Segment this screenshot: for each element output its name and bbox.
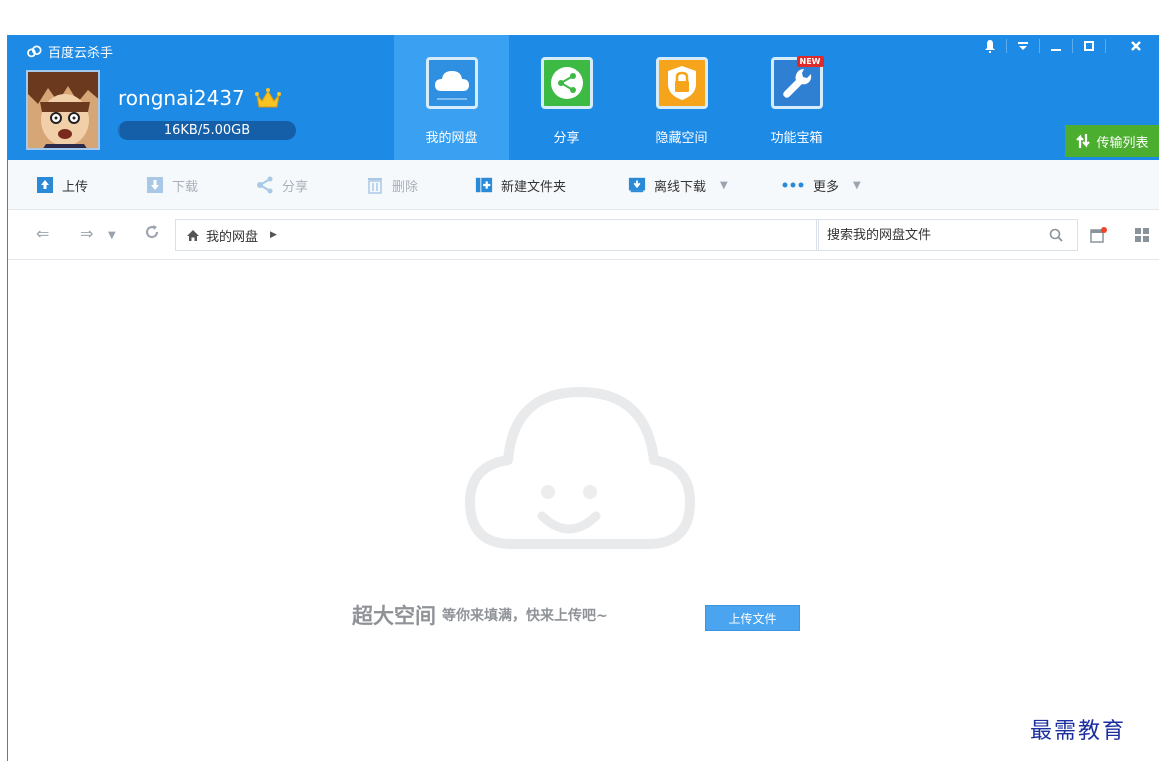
address-bar: ⇐ ⇒ ▼ 我的网盘 ▶ [8,210,1159,260]
header: 百度云杀手 rongnai2437 16KB/5.00GB 我的网盘 分享 隐藏… [8,35,1159,160]
vip-crown-icon[interactable] [254,87,281,109]
refresh-icon[interactable] [144,224,160,244]
search-icon[interactable] [1049,228,1063,242]
offline-download-icon [628,176,646,194]
search-input[interactable] [827,227,1027,243]
transfer-list-label: 传输列表 [1096,135,1149,151]
username[interactable]: rongnai2437 [118,86,245,110]
search-box [816,219,1078,251]
breadcrumb-arrow-icon[interactable]: ▶ [270,230,277,240]
path-breadcrumb[interactable]: 我的网盘 ▶ [175,219,819,251]
upload-icon [36,176,54,194]
new-folder-icon [475,176,493,194]
chevron-down-icon: ▼ [720,179,728,191]
empty-subtitle: 等你来填满，快来上传吧~ [442,608,608,624]
lock-icon [655,57,708,109]
share-button[interactable]: 分享 [256,160,308,210]
share-label: 分享 [282,179,309,195]
empty-state-message: 超大空间 等你来填满，快来上传吧~ [352,600,608,630]
transfer-list-button[interactable]: 传输列表 [1065,125,1159,157]
watermark: 最需教育 [1030,719,1127,744]
new-badge: NEW [796,56,824,67]
tab-share[interactable]: 分享 [509,35,624,160]
app-title: 百度云杀手 [26,42,113,61]
more-button[interactable]: 更多 ▼ [781,160,861,210]
download-button[interactable]: 下载 [146,160,198,210]
app-title-text: 百度云杀手 [48,46,114,61]
delete-label: 删除 [392,179,419,195]
tab-label: 隐藏空间 [655,131,708,146]
upload-button[interactable]: 上传 [36,160,88,210]
share-icon [540,57,593,109]
baidu-cloud-logo-icon [27,44,42,57]
tab-label: 功能宝箱 [770,131,823,146]
close-icon[interactable] [1120,35,1152,57]
tab-label: 我的网盘 [425,131,478,146]
tab-hidden-space[interactable]: 隐藏空间 [624,35,739,160]
minimize-icon[interactable] [1040,35,1072,57]
avatar-image [28,72,98,148]
download-icon [146,176,164,194]
toolbar: 上传 下载 分享 删除 新建文件夹 离线下载 ▼ 更多 ▼ [8,160,1159,210]
tab-label: 分享 [553,131,580,146]
chevron-down-icon: ▼ [853,179,861,191]
more-label: 更多 [813,179,840,195]
list-view-icon[interactable] [1090,227,1108,243]
more-dots-icon [781,176,805,194]
notification-bell-icon[interactable] [974,35,1006,57]
avatar[interactable] [26,70,100,150]
upload-label: 上传 [62,179,89,195]
back-arrow-icon[interactable]: ⇐ [36,224,49,243]
storage-quota-bar: 16KB/5.00GB [118,121,296,140]
upload-file-button[interactable]: 上传文件 [705,605,800,631]
tab-my-drive[interactable]: 我的网盘 [394,35,509,160]
new-folder-button[interactable]: 新建文件夹 [475,160,566,210]
trash-icon [366,176,384,194]
offline-download-button[interactable]: 离线下载 ▼ [628,160,728,210]
transfer-arrows-icon [1076,134,1091,148]
menu-dropdown-icon[interactable] [1007,35,1039,57]
empty-headline: 超大空间 [352,604,436,628]
cloud-drive-icon [425,57,478,109]
maximize-icon[interactable] [1073,35,1105,57]
home-icon[interactable] [186,229,200,242]
toolbox-icon: NEW [770,56,824,109]
forward-arrow-icon[interactable]: ⇒ [80,224,93,243]
history-dropdown-icon[interactable]: ▼ [108,230,116,241]
share-toolbar-icon [256,176,274,194]
delete-button[interactable]: 删除 [366,160,418,210]
breadcrumb-current[interactable]: 我的网盘 [206,226,258,245]
offline-download-label: 离线下载 [654,179,707,195]
storage-quota-text: 16KB/5.00GB [163,123,251,138]
username-row: rongnai2437 [118,86,281,110]
storage-quota-fill [118,121,120,140]
tab-toolbox[interactable]: NEW 功能宝箱 [739,35,854,160]
grid-view-icon[interactable] [1134,227,1150,243]
download-label: 下载 [172,179,199,195]
new-folder-label: 新建文件夹 [501,179,567,195]
empty-cloud-icon [465,387,695,549]
